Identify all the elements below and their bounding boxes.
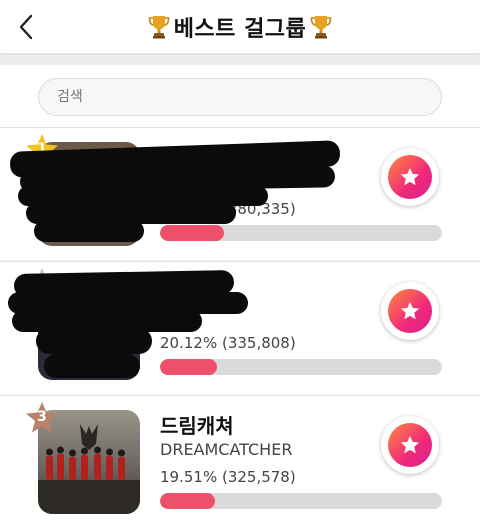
vote-button[interactable]: [381, 282, 439, 340]
star-icon: [400, 435, 420, 454]
ranking-card-2[interactable]: 2 20.12% (335,808): [0, 261, 480, 394]
app-header: 베스트 걸그룹: [0, 0, 480, 54]
search-section: [0, 65, 480, 127]
ranking-card-3[interactable]: 3 드림캐쳐 DREAMCATCHER 19.51% (325,578): [0, 395, 480, 529]
redaction-mark: [36, 328, 152, 354]
star-icon: [400, 301, 420, 320]
header-title-group: 베스트 걸그룹: [0, 12, 480, 42]
rank-badge-3: 3: [24, 400, 60, 436]
rank-number: 3: [37, 409, 47, 425]
group-name: 드림캐쳐: [160, 414, 234, 438]
vote-stat: 19.51% (325,578): [160, 468, 296, 486]
group-english-name: DREAMCATCHER: [160, 440, 293, 459]
search-input[interactable]: [38, 78, 442, 116]
trophy-icon: [310, 16, 332, 39]
vote-button[interactable]: [381, 148, 439, 206]
vote-progress-bar: [160, 359, 442, 375]
vote-progress-fill: [160, 359, 217, 375]
vote-progress-bar: [160, 493, 442, 509]
redaction-mark: [44, 354, 140, 378]
header-divider-band: [0, 55, 480, 65]
vote-button[interactable]: [381, 416, 439, 474]
star-icon: [400, 167, 420, 186]
vote-stat: 20.12% (335,808): [160, 334, 296, 352]
redaction-mark: [34, 220, 144, 242]
vote-progress-fill: [160, 493, 216, 509]
trophy-icon: [148, 16, 169, 39]
page-title: 베스트 걸그룹: [173, 17, 307, 42]
vote-progress-fill: [160, 225, 225, 241]
ranking-card-1[interactable]: 1 22.79% (380,335): [0, 127, 480, 260]
vote-progress-bar: [160, 225, 442, 241]
